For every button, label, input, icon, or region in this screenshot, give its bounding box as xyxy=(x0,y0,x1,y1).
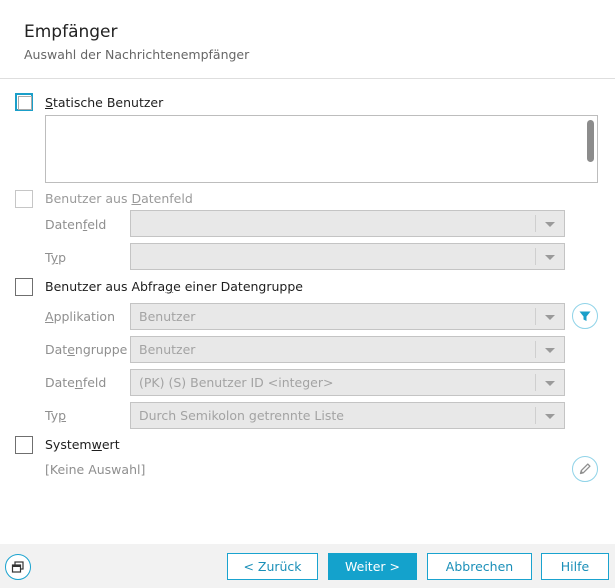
chevron-down-icon[interactable] xyxy=(545,222,555,227)
page-subtitle: Auswahl der Nachrichtenempfänger xyxy=(24,47,250,62)
query-users-checkbox[interactable] xyxy=(15,278,33,296)
chevron-down-icon[interactable] xyxy=(545,315,555,320)
help-button[interactable]: Hilfe xyxy=(541,553,609,580)
select-value: Benutzer xyxy=(139,342,196,357)
field-users-label[interactable]: Benutzer aus Datenfeld xyxy=(45,191,193,206)
chevron-down-icon[interactable] xyxy=(545,414,555,419)
select-separator xyxy=(535,248,536,265)
next-button[interactable]: Weiter > xyxy=(328,553,417,580)
select-separator xyxy=(535,341,536,358)
applikation-label: Applikation xyxy=(45,309,116,324)
dialog-footer: < Zurück Weiter > Abbrechen Hilfe xyxy=(0,544,615,588)
field-users-datenfeld-select[interactable] xyxy=(130,210,565,237)
back-button[interactable]: < Zurück xyxy=(227,553,318,580)
select-value: (PK) (S) Benutzer ID <integer> xyxy=(139,375,334,390)
system-value-label[interactable]: Systemwert xyxy=(45,437,120,452)
select-value: Benutzer xyxy=(139,309,196,324)
datenfeld-select[interactable]: (PK) (S) Benutzer ID <integer> xyxy=(130,369,565,396)
select-separator xyxy=(535,215,536,232)
chevron-down-icon[interactable] xyxy=(545,381,555,386)
chevron-down-icon[interactable] xyxy=(545,348,555,353)
cancel-button[interactable]: Abbrechen xyxy=(427,553,532,580)
typ-select[interactable]: Durch Semikolon getrennte Liste xyxy=(130,402,565,429)
datengruppe-select[interactable]: Benutzer xyxy=(130,336,565,363)
datengruppe-label: Datengruppe xyxy=(45,342,128,357)
chevron-down-icon[interactable] xyxy=(545,255,555,260)
typ-label: Typ xyxy=(45,408,67,423)
field-users-typ-label: Typ xyxy=(45,250,67,265)
system-value-text: [Keine Auswahl] xyxy=(45,462,146,477)
filter-icon xyxy=(579,311,591,321)
dialog-content: Statische Benutzer Benutzer aus Datenfel… xyxy=(0,79,615,544)
field-users-typ-select[interactable] xyxy=(130,243,565,270)
query-users-label[interactable]: Benutzer aus Abfrage einer Datengruppe xyxy=(45,279,303,294)
edit-button[interactable] xyxy=(572,456,598,482)
select-separator xyxy=(535,374,536,391)
select-separator xyxy=(535,407,536,424)
list-scrollbar[interactable] xyxy=(587,120,594,162)
field-users-checkbox[interactable] xyxy=(15,190,33,208)
filter-button[interactable] xyxy=(572,303,598,329)
window-button[interactable] xyxy=(5,554,31,580)
select-value: Durch Semikolon getrennte Liste xyxy=(139,408,344,423)
applikation-select[interactable]: Benutzer xyxy=(130,303,565,330)
dialog-header: Empfänger Auswahl der Nachrichtenempfäng… xyxy=(0,0,615,79)
field-users-datenfeld-label: Datenfeld xyxy=(45,217,107,232)
static-users-list[interactable] xyxy=(45,115,598,183)
system-value-checkbox[interactable] xyxy=(15,436,33,454)
datenfeld-label: Datenfeld xyxy=(45,375,107,390)
checkbox-focus-inner xyxy=(18,96,32,110)
window-icon xyxy=(11,561,24,573)
select-separator xyxy=(535,308,536,325)
static-users-checkbox[interactable] xyxy=(15,93,33,111)
page-title: Empfänger xyxy=(24,22,118,42)
pencil-icon xyxy=(579,463,591,475)
static-users-label[interactable]: Statische Benutzer xyxy=(45,95,163,110)
